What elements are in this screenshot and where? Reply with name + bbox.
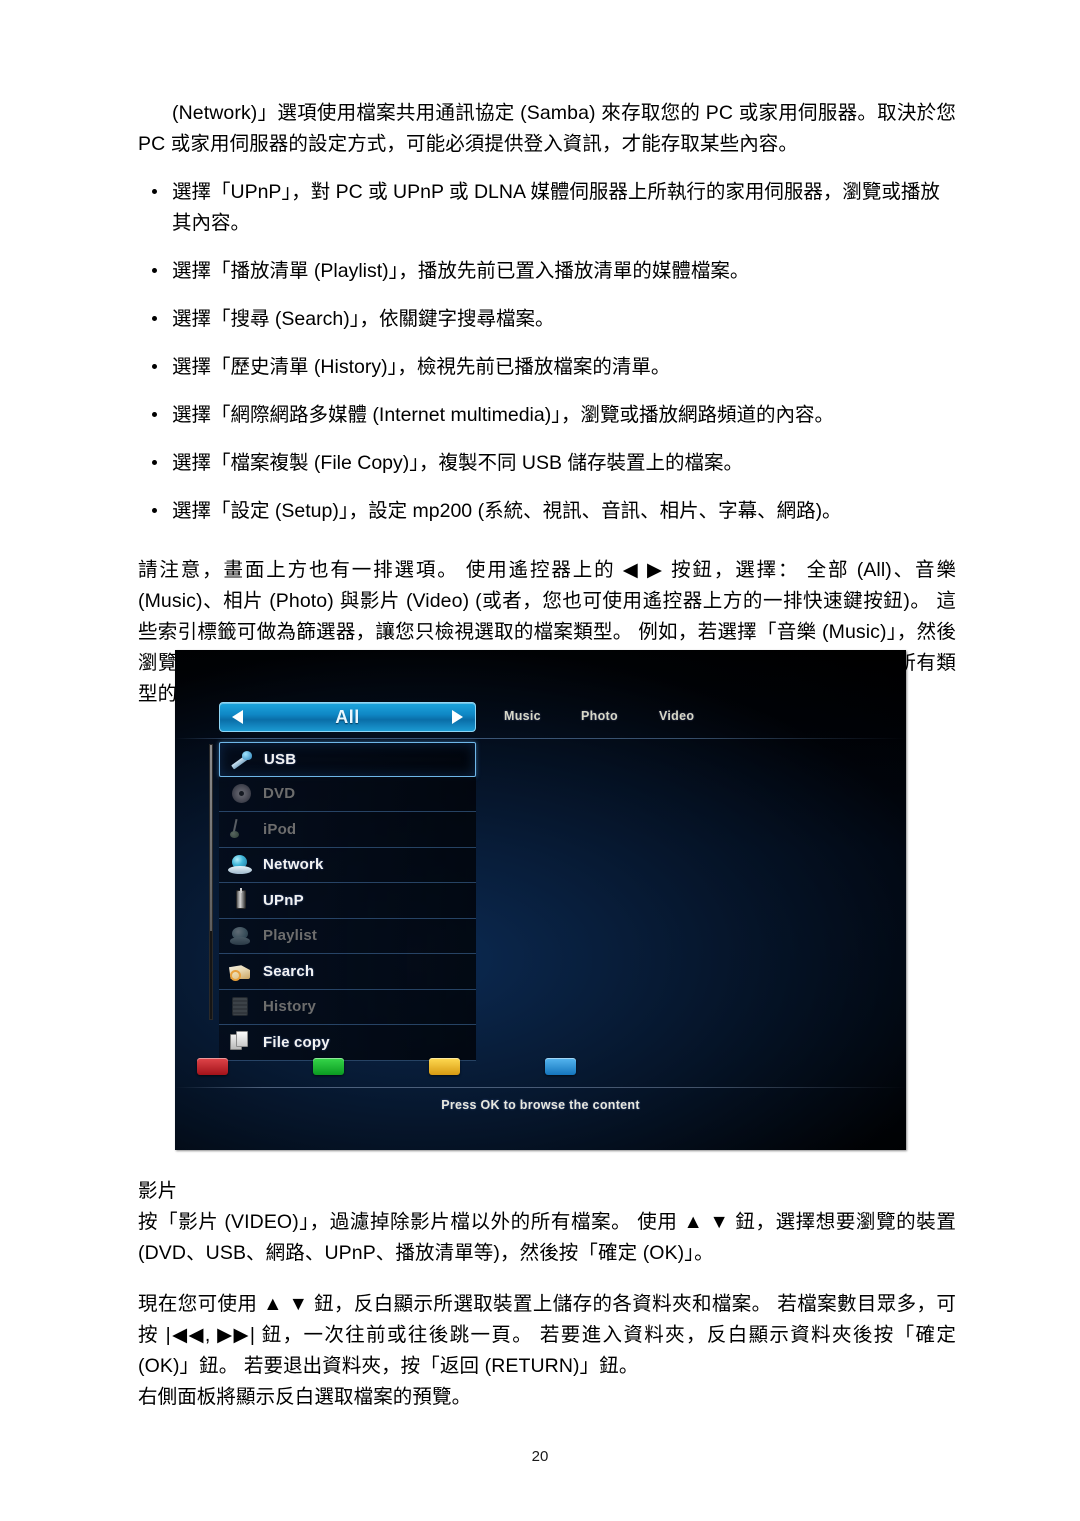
list-item-text: 選擇「檔案複製 (File Copy)」，複製不同 USB 儲存裝置上的檔案。 — [172, 452, 743, 474]
status-bar-divider — [175, 1087, 906, 1088]
blue-key-button[interactable] — [545, 1058, 576, 1075]
menu-item-usb[interactable]: USB — [219, 742, 476, 777]
chevron-right-icon[interactable] — [452, 710, 463, 724]
menu-item-label: USB — [264, 750, 297, 768]
list-item-text: 選擇「搜尋 (Search)」，依關鍵字搜尋檔案。 — [172, 308, 555, 330]
usb-icon — [229, 748, 255, 770]
music-note-icon — [228, 818, 254, 840]
menu-item-label: Network — [263, 856, 324, 874]
list-item: 選擇「設定 (Setup)」，設定 mp200 (系統、視訊、音訊、相片、字幕、… — [138, 496, 956, 527]
menu-item-history[interactable]: History — [219, 989, 476, 1025]
menu-scrollbar[interactable] — [209, 744, 213, 1020]
tab-all[interactable]: All — [219, 702, 476, 732]
list-item-text: 選擇「歷史清單 (History)」，檢視先前已播放檔案的清單。 — [172, 356, 671, 378]
tab-music[interactable]: Music — [504, 709, 541, 723]
lower-text-block: 影片 按「影片 (VIDEO)」，過濾掉除影片檔以外的所有檔案。 使用 ▲ ▼ … — [138, 1176, 956, 1413]
server-icon — [228, 888, 254, 911]
menu-item-label: UPnP — [263, 891, 304, 909]
color-key-bar — [197, 1058, 757, 1078]
filter-tab-strip: All Music Photo Video — [219, 702, 906, 734]
bullet-dot-icon — [152, 508, 157, 513]
tab-strip-divider — [175, 738, 906, 739]
bullet-dot-icon — [152, 412, 157, 417]
device-screen: All Music Photo Video USB DVD iPod Netwo… — [175, 650, 906, 1150]
bullet-dot-icon — [152, 364, 157, 369]
menu-item-label: File copy — [263, 1033, 330, 1051]
menu-item-file-copy[interactable]: File copy — [219, 1025, 476, 1061]
menu-item-dvd[interactable]: DVD — [219, 776, 476, 812]
list-item-text: 選擇「播放清單 (Playlist)」，播放先前已置入播放清單的媒體檔案。 — [172, 260, 750, 282]
menu-scrollbar-thumb[interactable] — [210, 745, 212, 931]
upper-text-block: (Network)」選項使用檔案共用通訊協定 (Samba) 來存取您的 PC … — [138, 98, 956, 710]
red-key-button[interactable] — [197, 1058, 228, 1075]
menu-item-upnp[interactable]: UPnP — [219, 883, 476, 919]
list-item-text: 選擇「網際網路多媒體 (Internet multimedia)」，瀏覽或播放網… — [172, 404, 834, 426]
source-menu-list: USB DVD iPod Network UPnP Playlist Searc… — [219, 742, 476, 1061]
tab-all-label: All — [335, 706, 360, 727]
list-item: 選擇「播放清單 (Playlist)」，播放先前已置入播放清單的媒體檔案。 — [138, 256, 956, 287]
preview-paragraph: 右側面板將顯示反白選取檔案的預覽。 — [138, 1386, 472, 1408]
history-icon — [228, 996, 254, 1018]
tab-video[interactable]: Video — [659, 709, 694, 723]
browse-paragraph: 現在您可使用 ▲ ▼ 鈕，反白顯示所選取裝置上儲存的各資料夾和檔案。 若檔案數目… — [138, 1293, 956, 1377]
menu-item-label: Search — [263, 962, 315, 980]
copy-icon — [228, 1031, 254, 1053]
video-paragraph: 按「影片 (VIDEO)」，過濾掉除影片檔以外的所有檔案。 使用 ▲ ▼ 鈕，選… — [138, 1211, 956, 1264]
bullet-dot-icon — [152, 268, 157, 273]
menu-item-label: iPod — [263, 820, 297, 838]
list-item-text: 選擇「設定 (Setup)」，設定 mp200 (系統、視訊、音訊、相片、字幕、… — [172, 500, 842, 522]
disc-icon — [228, 783, 254, 805]
list-item: 選擇「搜尋 (Search)」，依關鍵字搜尋檔案。 — [138, 304, 956, 335]
list-item-text: 選擇「UPnP」，對 PC 或 UPnP 或 DLNA 媒體伺服器上所執行的家用… — [172, 181, 940, 234]
intro-paragraph: (Network)」選項使用檔案共用通訊協定 (Samba) 來存取您的 PC … — [138, 102, 956, 155]
feature-bullet-list: 選擇「UPnP」，對 PC 或 UPnP 或 DLNA 媒體伺服器上所執行的家用… — [138, 177, 956, 527]
menu-item-search[interactable]: Search — [219, 954, 476, 990]
bullet-dot-icon — [152, 460, 157, 465]
document-page: (Network)」選項使用檔案共用通訊協定 (Samba) 來存取您的 PC … — [0, 0, 1080, 1521]
bullet-dot-icon — [152, 189, 157, 194]
menu-item-label: Playlist — [263, 927, 318, 945]
list-item: 選擇「檔案複製 (File Copy)」，複製不同 USB 儲存裝置上的檔案。 — [138, 448, 956, 479]
menu-item-network[interactable]: Network — [219, 847, 476, 883]
tab-photo[interactable]: Photo — [581, 709, 618, 723]
video-section-heading: 影片 — [138, 1180, 178, 1202]
menu-item-label: DVD — [263, 785, 296, 803]
device-ui-screenshot: All Music Photo Video USB DVD iPod Netwo… — [175, 650, 906, 1150]
search-folder-icon — [228, 960, 254, 982]
status-bar-text: Press OK to browse the content — [441, 1098, 640, 1112]
list-item: 選擇「網際網路多媒體 (Internet multimedia)」，瀏覽或播放網… — [138, 400, 956, 431]
playlist-icon — [228, 925, 254, 947]
green-key-button[interactable] — [313, 1058, 344, 1075]
menu-item-label: History — [263, 998, 317, 1016]
chevron-left-icon[interactable] — [232, 710, 243, 724]
list-item: 選擇「歷史清單 (History)」，檢視先前已播放檔案的清單。 — [138, 352, 956, 383]
bullet-dot-icon — [152, 316, 157, 321]
page-number: 20 — [531, 1448, 549, 1465]
menu-item-ipod[interactable]: iPod — [219, 812, 476, 848]
menu-item-playlist[interactable]: Playlist — [219, 918, 476, 954]
globe-icon — [228, 854, 254, 876]
yellow-key-button[interactable] — [429, 1058, 460, 1075]
list-item: 選擇「UPnP」，對 PC 或 UPnP 或 DLNA 媒體伺服器上所執行的家用… — [138, 177, 956, 239]
